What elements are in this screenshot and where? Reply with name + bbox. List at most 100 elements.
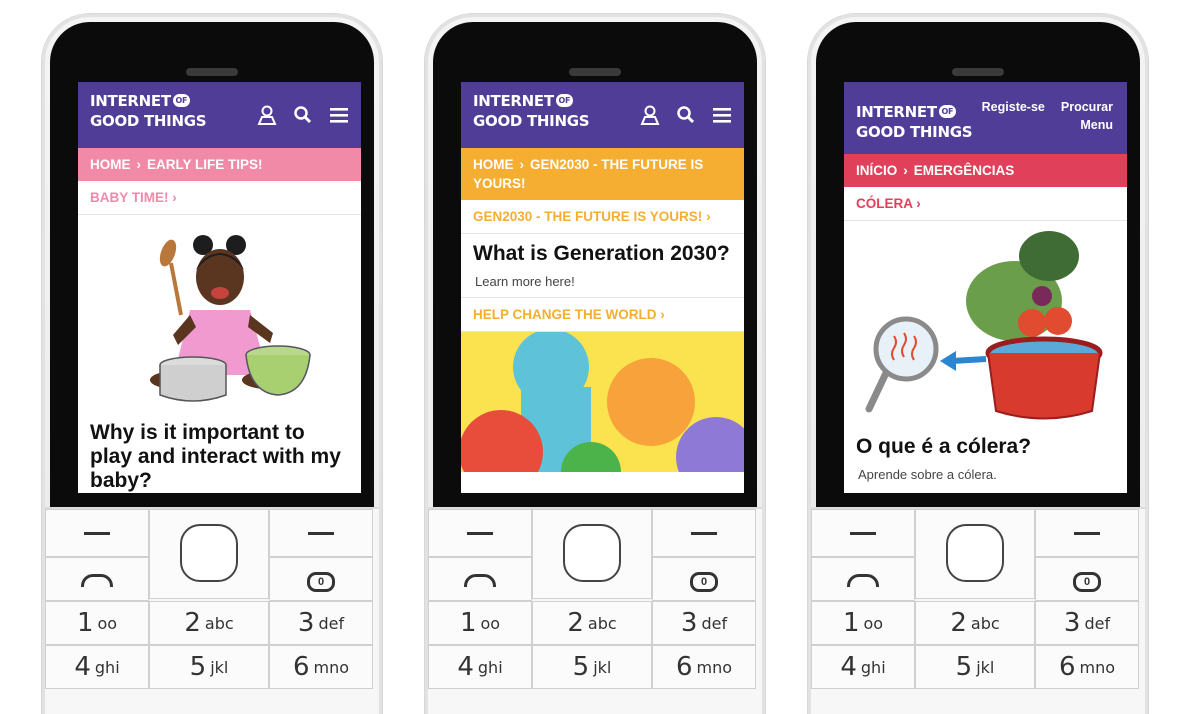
key-5[interactable]: 5 jkl	[915, 645, 1035, 689]
user-icon[interactable]	[257, 105, 277, 125]
key-4[interactable]: 4 ghi	[811, 645, 915, 689]
breadcrumb-current[interactable]: EARLY LIFE TIPS!	[147, 157, 263, 172]
menu-link[interactable]: Menu	[966, 116, 1113, 134]
menu-icon[interactable]	[329, 105, 349, 125]
key-number: 6	[675, 652, 693, 682]
dpad[interactable]	[149, 509, 269, 599]
article-description: Aprende sobre a cólera.	[858, 467, 997, 482]
article-title[interactable]: O que é a cólera?	[844, 431, 1127, 459]
site-logo[interactable]: INTERNET OF GOOD THINGS	[856, 102, 973, 142]
center-select-button[interactable]	[946, 524, 1004, 582]
key-letters: ghi	[860, 657, 886, 677]
end-key[interactable]: 0	[652, 557, 756, 601]
key-letters: jkl	[593, 657, 612, 677]
right-soft-key[interactable]	[269, 509, 373, 557]
dash-icon	[691, 532, 717, 535]
key-letters: abc	[204, 613, 234, 633]
dash-icon	[308, 532, 334, 535]
site-header: INTERNET OF GOOD THINGS	[461, 82, 744, 148]
call-key[interactable]	[45, 557, 149, 601]
key-4[interactable]: 4 ghi	[45, 645, 149, 689]
key-3[interactable]: 3 def	[652, 601, 756, 645]
key-number: 6	[1058, 652, 1076, 682]
call-key[interactable]	[811, 557, 915, 601]
article-title[interactable]: Why is it important to play and interact…	[78, 415, 361, 493]
key-number: 2	[950, 608, 967, 638]
key-3[interactable]: 3 def	[1035, 601, 1139, 645]
key-letters: jkl	[210, 657, 229, 677]
key-number: 4	[74, 652, 91, 682]
left-soft-key[interactable]	[428, 509, 532, 557]
left-soft-key[interactable]	[811, 509, 915, 557]
key-6[interactable]: 6 mno	[652, 645, 756, 689]
key-1[interactable]: 1 oo	[45, 601, 149, 645]
end-key[interactable]: 0	[269, 557, 373, 601]
key-4[interactable]: 4 ghi	[428, 645, 532, 689]
breadcrumb-home[interactable]: HOME	[90, 157, 131, 172]
sublink-gen2030[interactable]: GEN2030 - THE FUTURE IS YOURS! ›	[461, 200, 744, 234]
phone-screen: INTERNET OF GOOD THINGS Registe-se Procura…	[844, 82, 1127, 493]
site-logo[interactable]: INTERNET OF GOOD THINGS	[473, 91, 590, 131]
key-6[interactable]: 6 mno	[1035, 645, 1139, 689]
breadcrumb: HOME › EARLY LIFE TIPS!	[78, 148, 361, 181]
breadcrumb-current[interactable]: EMERGÊNCIAS	[914, 163, 1015, 178]
sublink-help-change-the-world[interactable]: HELP CHANGE THE WORLD ›	[461, 297, 744, 332]
search-icon[interactable]	[676, 105, 696, 125]
breadcrumb-home[interactable]: INÍCIO	[856, 163, 897, 178]
key-6[interactable]: 6 mno	[269, 645, 373, 689]
right-soft-key[interactable]	[1035, 509, 1139, 557]
key-3[interactable]: 3 def	[269, 601, 373, 645]
key-number: 3	[1063, 608, 1081, 638]
end-key[interactable]: 0	[1035, 557, 1139, 601]
baby-illustration	[150, 235, 311, 402]
breadcrumb-home[interactable]: HOME	[473, 157, 514, 172]
key-1[interactable]: 1 oo	[811, 601, 915, 645]
menu-icon[interactable]	[712, 105, 732, 125]
power-icon: 0	[307, 572, 335, 592]
key-2[interactable]: 2 abc	[532, 601, 652, 645]
dash-icon	[850, 532, 876, 535]
register-link[interactable]: Registe-se	[982, 100, 1045, 114]
call-key[interactable]	[428, 557, 532, 601]
key-number: 5	[189, 652, 207, 682]
cholera-illustration	[865, 231, 1103, 420]
phone-1: INTERNET OF GOOD THINGS HOME › EARLY LIFE T…	[42, 14, 382, 714]
article-description: Learn more here!	[475, 274, 575, 289]
key-letters: abc	[587, 613, 617, 633]
key-letters: ghi	[94, 657, 120, 677]
key-1[interactable]: 1 oo	[428, 601, 532, 645]
phone-speaker	[186, 68, 238, 76]
center-select-button[interactable]	[563, 524, 621, 582]
key-number: 6	[292, 652, 310, 682]
key-letters: def	[1084, 613, 1111, 633]
call-icon	[847, 574, 879, 587]
sublink-baby-time[interactable]: BABY TIME! ›	[78, 181, 361, 215]
site-logo[interactable]: INTERNET OF GOOD THINGS	[90, 91, 207, 131]
key-letters: oo	[863, 613, 884, 633]
chevron-right-icon: ›	[916, 196, 921, 211]
key-letters: mno	[696, 657, 733, 677]
key-number: 1	[76, 608, 94, 638]
key-5[interactable]: 5 jkl	[532, 645, 652, 689]
call-icon	[81, 574, 113, 587]
power-icon: 0	[690, 572, 718, 592]
key-letters: mno	[313, 657, 350, 677]
sublink-colera[interactable]: CÓLERA ›	[844, 187, 1127, 221]
phone-2: INTERNET OF GOOD THINGS HOME › GEN2030 - TH…	[425, 14, 765, 714]
right-soft-key[interactable]	[652, 509, 756, 557]
left-soft-key[interactable]	[45, 509, 149, 557]
breadcrumb: HOME › GEN2030 - THE FUTURE IS YOURS!	[461, 148, 744, 200]
key-letters: oo	[97, 613, 118, 633]
article-title[interactable]: What is Generation 2030?	[461, 234, 744, 266]
dpad[interactable]	[532, 509, 652, 599]
user-icon[interactable]	[640, 105, 660, 125]
breadcrumb: INÍCIO › EMERGÊNCIAS	[844, 154, 1127, 187]
key-5[interactable]: 5 jkl	[149, 645, 269, 689]
center-select-button[interactable]	[180, 524, 238, 582]
key-number: 3	[680, 608, 698, 638]
key-2[interactable]: 2 abc	[149, 601, 269, 645]
key-2[interactable]: 2 abc	[915, 601, 1035, 645]
dpad[interactable]	[915, 509, 1035, 599]
search-icon[interactable]	[293, 105, 313, 125]
search-link[interactable]: Procurar	[1061, 100, 1113, 114]
